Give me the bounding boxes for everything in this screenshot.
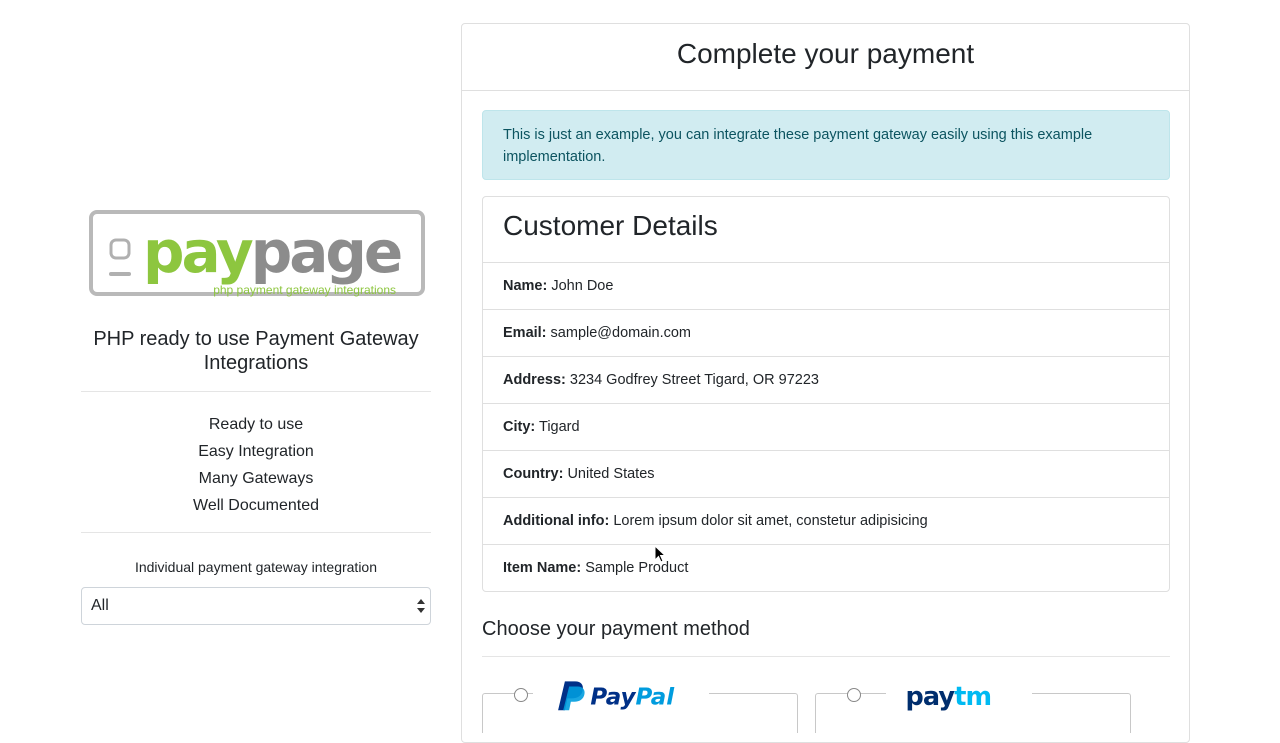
- detail-value: Tigard: [539, 419, 580, 435]
- divider: [482, 656, 1170, 657]
- svg-text:PayPal: PayPal: [590, 684, 675, 710]
- detail-label: Item Name:: [503, 560, 582, 576]
- paypal-logo: PayPal: [533, 678, 709, 712]
- detail-row: Name: John Doe: [483, 263, 1169, 310]
- detail-row: Item Name: Sample Product: [483, 545, 1169, 592]
- detail-label: Email:: [503, 325, 547, 341]
- detail-label: Additional info:: [503, 513, 610, 529]
- paypal-radio[interactable]: [514, 688, 528, 702]
- page-title: Complete your payment: [676, 38, 975, 69]
- logo-subtitle: php payment gateway integrations: [213, 283, 396, 297]
- detail-row: Address: 3234 Godfrey Street Tigard, OR …: [483, 357, 1169, 404]
- mouse-cursor-icon: [654, 545, 666, 563]
- tagline: PHP ready to use Payment Gateway Integra…: [93, 328, 419, 374]
- detail-value: 3234 Godfrey Street Tigard, OR 97223: [569, 372, 819, 388]
- gateway-select[interactable]: All: [81, 587, 431, 625]
- detail-value: Lorem ipsum dolor sit amet, constetur ad…: [613, 513, 928, 529]
- detail-row: Additional info: Lorem ipsum dolor sit a…: [483, 498, 1169, 545]
- detail-row: City: Tigard: [483, 404, 1169, 451]
- detail-label: Country:: [503, 466, 564, 482]
- svg-text:paypage: paypage: [143, 218, 401, 286]
- divider: [81, 391, 431, 392]
- gateway-select-value: All: [91, 597, 109, 614]
- svg-text:paytm: paytm: [905, 682, 991, 712]
- divider: [81, 532, 431, 533]
- gateway-select-label: Individual payment gateway integration: [134, 559, 378, 575]
- paypage-logo: paypage php payment gateway integrations: [89, 210, 425, 297]
- paytm-radio[interactable]: [847, 688, 861, 702]
- feature-item: Ready to use: [208, 416, 304, 433]
- feature-item: Easy Integration: [198, 443, 314, 460]
- detail-label: Address:: [503, 372, 566, 388]
- customer-details-heading: Customer Details: [483, 197, 1169, 263]
- payment-option-paypal[interactable]: PayPal: [482, 678, 798, 733]
- paytm-logo: paytm: [886, 678, 1032, 712]
- detail-value: John Doe: [551, 278, 614, 294]
- feature-list: Ready to use Easy Integration Many Gatew…: [81, 413, 431, 521]
- logo-pay: pay: [143, 218, 253, 286]
- detail-row: Email: sample@domain.com: [483, 310, 1169, 357]
- payment-option-paytm[interactable]: paytm: [815, 678, 1131, 733]
- detail-value: sample@domain.com: [550, 325, 691, 341]
- logo-page: page: [251, 218, 401, 286]
- feature-item: Well Documented: [193, 497, 319, 514]
- detail-label: Name:: [503, 278, 548, 294]
- info-alert: This is just an example, you can integra…: [482, 110, 1170, 180]
- select-arrows-icon: [417, 599, 425, 613]
- detail-value: United States: [567, 466, 655, 482]
- detail-value: Sample Product: [585, 560, 689, 576]
- card-header: Complete your payment: [462, 24, 1189, 91]
- feature-item: Many Gateways: [198, 470, 314, 487]
- customer-details: Customer Details Name: John Doe Email: s…: [482, 196, 1170, 592]
- payment-method-title: Choose your payment method: [482, 618, 750, 640]
- detail-label: City:: [503, 419, 536, 435]
- detail-row: Country: United States: [483, 451, 1169, 498]
